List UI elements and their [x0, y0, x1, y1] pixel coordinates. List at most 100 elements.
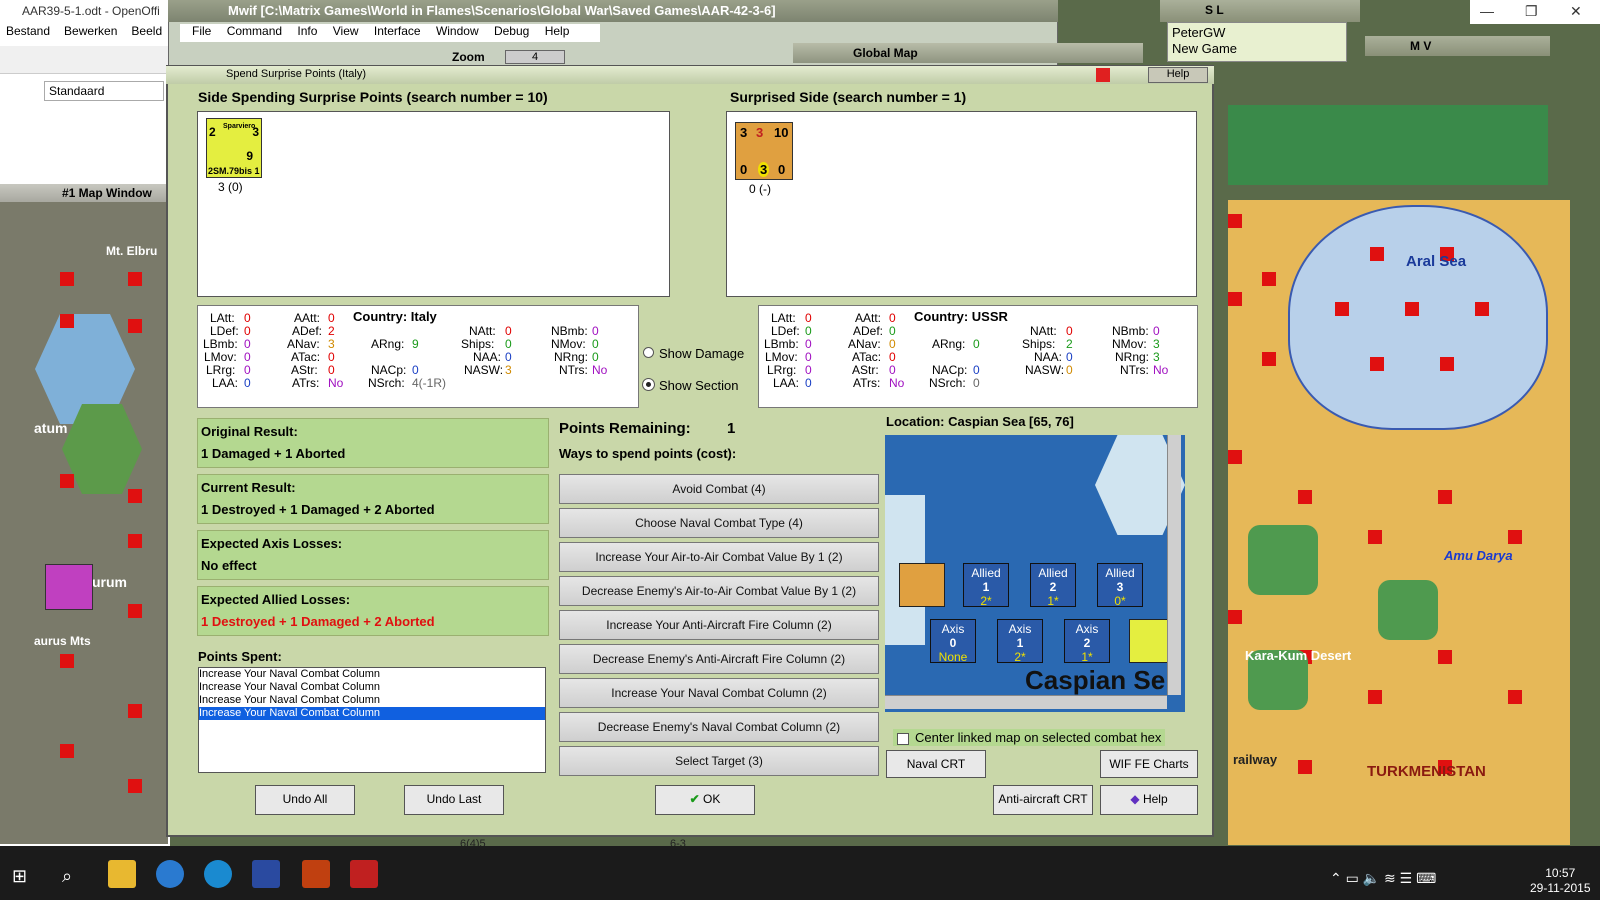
allied-zone-2[interactable]: Allied 2 1*: [1030, 563, 1076, 608]
points-remaining-label: Points Remaining:: [559, 420, 691, 437]
current-result-panel: Current Result: 1 Destroyed + 1 Damaged +…: [197, 474, 549, 524]
map-label-atum: atum: [34, 420, 68, 436]
unit-counter[interactable]: [45, 564, 93, 610]
menu-help[interactable]: Help: [545, 24, 570, 38]
italy-country: Country: Italy: [353, 309, 437, 324]
defender-units-box[interactable]: 3 3 10 0 3 0 0 (-): [726, 111, 1197, 297]
increase-air-to-air-button[interactable]: Increase Your Air-to-Air Combat Value By…: [559, 542, 879, 572]
menu-view[interactable]: View: [333, 24, 359, 38]
list-item[interactable]: Increase Your Naval Combat Column: [199, 668, 545, 681]
map-hscroll[interactable]: [885, 695, 1167, 709]
openoffice-toolbar: [0, 46, 170, 74]
menu-window[interactable]: Window: [436, 24, 479, 38]
list-item-selected[interactable]: Increase Your Naval Combat Column: [199, 707, 545, 720]
attacker-units-box[interactable]: 2 Sparviero 3 9 2SM.79bis 1 3 (0): [197, 111, 670, 297]
combat-map[interactable]: Allied 1 2* Allied 2 1* Allied 3 0* Axis 0 None …: [885, 435, 1185, 712]
map-vscroll[interactable]: [1167, 435, 1181, 695]
label-amu-darya: Amu Darya: [1444, 548, 1513, 563]
decrease-air-to-air-button[interactable]: Decrease Enemy's Air-to-Air Combat Value…: [559, 576, 879, 606]
allied-losses-panel: Expected Allied Losses: 1 Destroyed + 1 D…: [197, 586, 549, 636]
soviet-naval-unit[interactable]: 3 3 10 0 3 0: [735, 122, 793, 180]
select-target-button[interactable]: Select Target (3): [559, 746, 879, 776]
increase-naval-combat-button[interactable]: Increase Your Naval Combat Column (2): [559, 678, 879, 708]
style-box[interactable]: Standaard: [44, 81, 164, 101]
wif-fe-charts-button[interactable]: WIF FE Charts: [1100, 750, 1198, 778]
writer-icon[interactable]: [252, 860, 280, 888]
clock[interactable]: 10:57 29-11-2015: [1530, 866, 1591, 896]
list-item[interactable]: Increase Your Naval Combat Column: [199, 681, 545, 694]
windows-start-icon[interactable]: ⊞: [12, 866, 27, 887]
check-icon: ✔: [689, 792, 704, 806]
soviet-naval-counter[interactable]: [899, 563, 945, 607]
search-icon[interactable]: ⌕: [62, 866, 72, 887]
tray-icons[interactable]: ⌃ ▭ 🔈 ≋ ☰ ⌨: [1330, 870, 1436, 887]
menu-interface[interactable]: Interface: [374, 24, 421, 38]
points-spent-list[interactable]: Increase Your Naval Combat Column Increa…: [198, 667, 546, 773]
help-title-button[interactable]: Help: [1148, 67, 1208, 83]
game-icon[interactable]: [302, 860, 330, 888]
forest-hex: [1248, 525, 1318, 595]
ussr-stats-panel: LAtt: 0 LDef: 0 LBmb: 0 LMov: 0 LRrg: 0 LAA: 0…: [758, 305, 1198, 408]
mwif-title: Mwif [C:\Matrix Games\World in Flames\Sc…: [168, 0, 1058, 22]
mwif-icon[interactable]: [350, 860, 378, 888]
game-name: New Game: [1172, 41, 1238, 56]
map-label-caspian: Caspian Se: [1025, 665, 1166, 695]
ok-button[interactable]: ✔ OK: [655, 785, 755, 815]
player-name: PeterGW: [1172, 25, 1226, 40]
left-header: Side Spending Surprise Points (search nu…: [198, 89, 548, 105]
aral-sea: [1288, 205, 1548, 430]
italian-air-unit[interactable]: 2 Sparviero 3 9 2SM.79bis 1: [206, 118, 262, 178]
left-map[interactable]: Mt. Elbru atum urum aurus Mts: [0, 184, 168, 844]
sl-window-title: S L: [1160, 0, 1360, 22]
dialog-title: Spend Surprise Points (Italy): [166, 66, 1214, 84]
menu-beeld[interactable]: Beeld: [131, 24, 162, 38]
global-map-preview[interactable]: [1228, 105, 1548, 185]
decrease-anti-aircraft-button[interactable]: Decrease Enemy's Anti-Aircraft Fire Colu…: [559, 644, 879, 674]
anti-aircraft-crt-button[interactable]: Anti-aircraft CRT: [993, 785, 1093, 815]
allied-zone-1[interactable]: Allied 1 2*: [963, 563, 1009, 608]
axis-zone-1[interactable]: Axis 1 2*: [997, 619, 1043, 664]
original-result-panel: Original Result: 1 Damaged + 1 Aborted: [197, 418, 549, 468]
center-linked-checkbox[interactable]: Center linked map on selected combat hex: [893, 729, 1166, 746]
avoid-combat-button[interactable]: Avoid Combat (4): [559, 474, 879, 504]
close-icon[interactable]: ✕: [1570, 3, 1582, 20]
location-label: Location: Caspian Sea [65, 76]: [886, 414, 1074, 429]
player-panel: PeterGW New Game: [1167, 22, 1347, 62]
menu-bestand[interactable]: Bestand: [6, 24, 50, 38]
app-icon[interactable]: [204, 860, 232, 888]
right-unit-caption: 0 (-): [749, 182, 771, 196]
restore-icon[interactable]: ❐: [1525, 3, 1538, 20]
left-unit-caption: 3 (0): [218, 180, 243, 194]
undo-last-button[interactable]: Undo Last: [404, 785, 504, 815]
ways-label: Ways to spend points (cost):: [559, 446, 737, 461]
label-railway: railway: [1233, 752, 1278, 767]
naval-crt-button[interactable]: Naval CRT: [886, 750, 986, 778]
label-kara-kum: Kara-Kum Desert: [1245, 648, 1352, 663]
show-section-radio[interactable]: Show Section: [642, 378, 739, 393]
file-explorer-icon[interactable]: [108, 860, 136, 888]
thunderbird-icon[interactable]: [156, 860, 184, 888]
flag-icon: [1096, 68, 1110, 82]
minimize-icon[interactable]: —: [1480, 3, 1494, 19]
show-damage-radio[interactable]: Show Damage: [643, 346, 744, 361]
increase-anti-aircraft-button[interactable]: Increase Your Anti-Aircraft Fire Column …: [559, 610, 879, 640]
italy-stats-panel: LAtt: 0 LDef: 0 LBmb: 0 LMov: 0 LRrg: 0 LAA: 0…: [197, 305, 639, 408]
allied-zone-3[interactable]: Allied 3 0*: [1097, 563, 1143, 608]
label-turkmenistan: TURKMENISTAN: [1367, 763, 1486, 780]
list-item[interactable]: Increase Your Naval Combat Column: [199, 694, 545, 707]
menu-info[interactable]: Info: [297, 24, 317, 38]
axis-zone-0[interactable]: Axis 0 None: [930, 619, 976, 664]
help-button[interactable]: ◆ Help: [1100, 785, 1198, 815]
choose-naval-combat-type-button[interactable]: Choose Naval Combat Type (4): [559, 508, 879, 538]
menu-debug[interactable]: Debug: [494, 24, 529, 38]
menu-bewerken[interactable]: Bewerken: [64, 24, 117, 38]
menu-file[interactable]: File: [192, 24, 211, 38]
zoom-slider[interactable]: 4: [505, 50, 565, 64]
undo-all-button[interactable]: Undo All: [255, 785, 355, 815]
decrease-naval-combat-button[interactable]: Decrease Enemy's Naval Combat Column (2): [559, 712, 879, 742]
global-map-title: Global Map: [793, 43, 1143, 63]
checkbox-icon: [897, 732, 909, 745]
axis-zone-2[interactable]: Axis 2 1*: [1064, 619, 1110, 664]
menu-command[interactable]: Command: [227, 24, 282, 38]
mv-window-title: M V: [1365, 36, 1550, 56]
